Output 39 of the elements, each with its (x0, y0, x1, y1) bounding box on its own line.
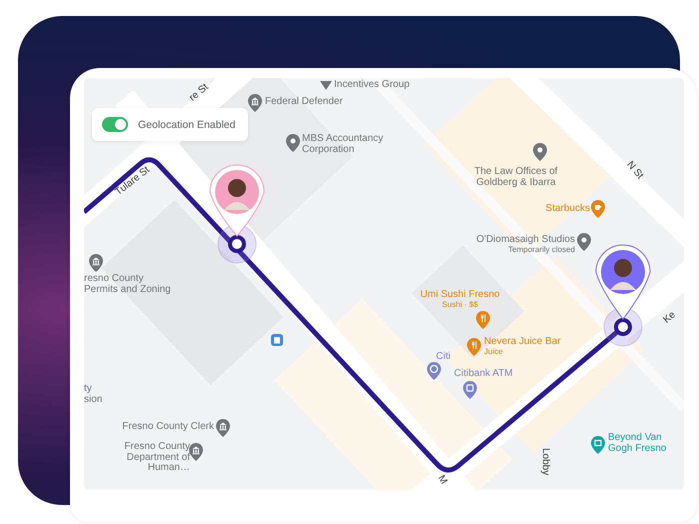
street-label: re St (188, 82, 211, 104)
place-label: Starbucks (544, 204, 590, 214)
place-label: Nevera Juice Bar Juice (484, 337, 562, 356)
triangle-marker-icon (320, 81, 332, 90)
bank-pin-icon (427, 362, 441, 380)
place-label: The Law Offices of Goldberg & Ibarra (473, 167, 559, 188)
place-label: Umi Sushi Fresno Sushi · $$ (419, 290, 501, 309)
geolocation-label: Geolocation Enabled (138, 118, 236, 130)
place-label: Fresno County Department of Human… (123, 442, 190, 474)
street-label: Lobby (540, 448, 550, 476)
atm-pin-icon (463, 381, 477, 399)
restaurant-pin-icon (476, 311, 490, 329)
map-pin-icon (577, 233, 591, 251)
location-node (604, 308, 642, 346)
map-pin-icon (286, 134, 300, 152)
place-label: Beyond Van Gogh Fresno (608, 433, 668, 454)
street-label: Ke (662, 310, 678, 326)
place-label: resno County Permits and Zoning (84, 274, 172, 295)
building-pin-icon (248, 94, 262, 112)
street-label: N St (624, 160, 644, 182)
place-label: Fresno County Clerk (121, 422, 214, 432)
street-label: M (435, 474, 448, 486)
restaurant-pin-icon (467, 338, 481, 356)
building-pin-icon (89, 254, 103, 272)
avatar-pin (210, 164, 264, 236)
place-label: Citibank ATM (454, 369, 514, 380)
bus-stop-icon (271, 334, 283, 346)
building-pin-icon (216, 419, 230, 437)
place-label: ty sion (84, 384, 104, 405)
museum-pin-icon (591, 436, 605, 454)
building-pin-icon (189, 443, 203, 461)
place-label: Citi (436, 352, 452, 362)
map-pin-icon (533, 143, 547, 161)
place-label: O'Diomasaigh Studios Temporarily closed (475, 235, 575, 254)
place-label: MBS Accountancy Corporation (302, 134, 384, 155)
place-label: Federal Defender (265, 97, 344, 108)
cafe-pin-icon (591, 200, 605, 218)
geolocation-switch[interactable] (102, 117, 128, 132)
place-label: Incentives Group (334, 80, 411, 90)
